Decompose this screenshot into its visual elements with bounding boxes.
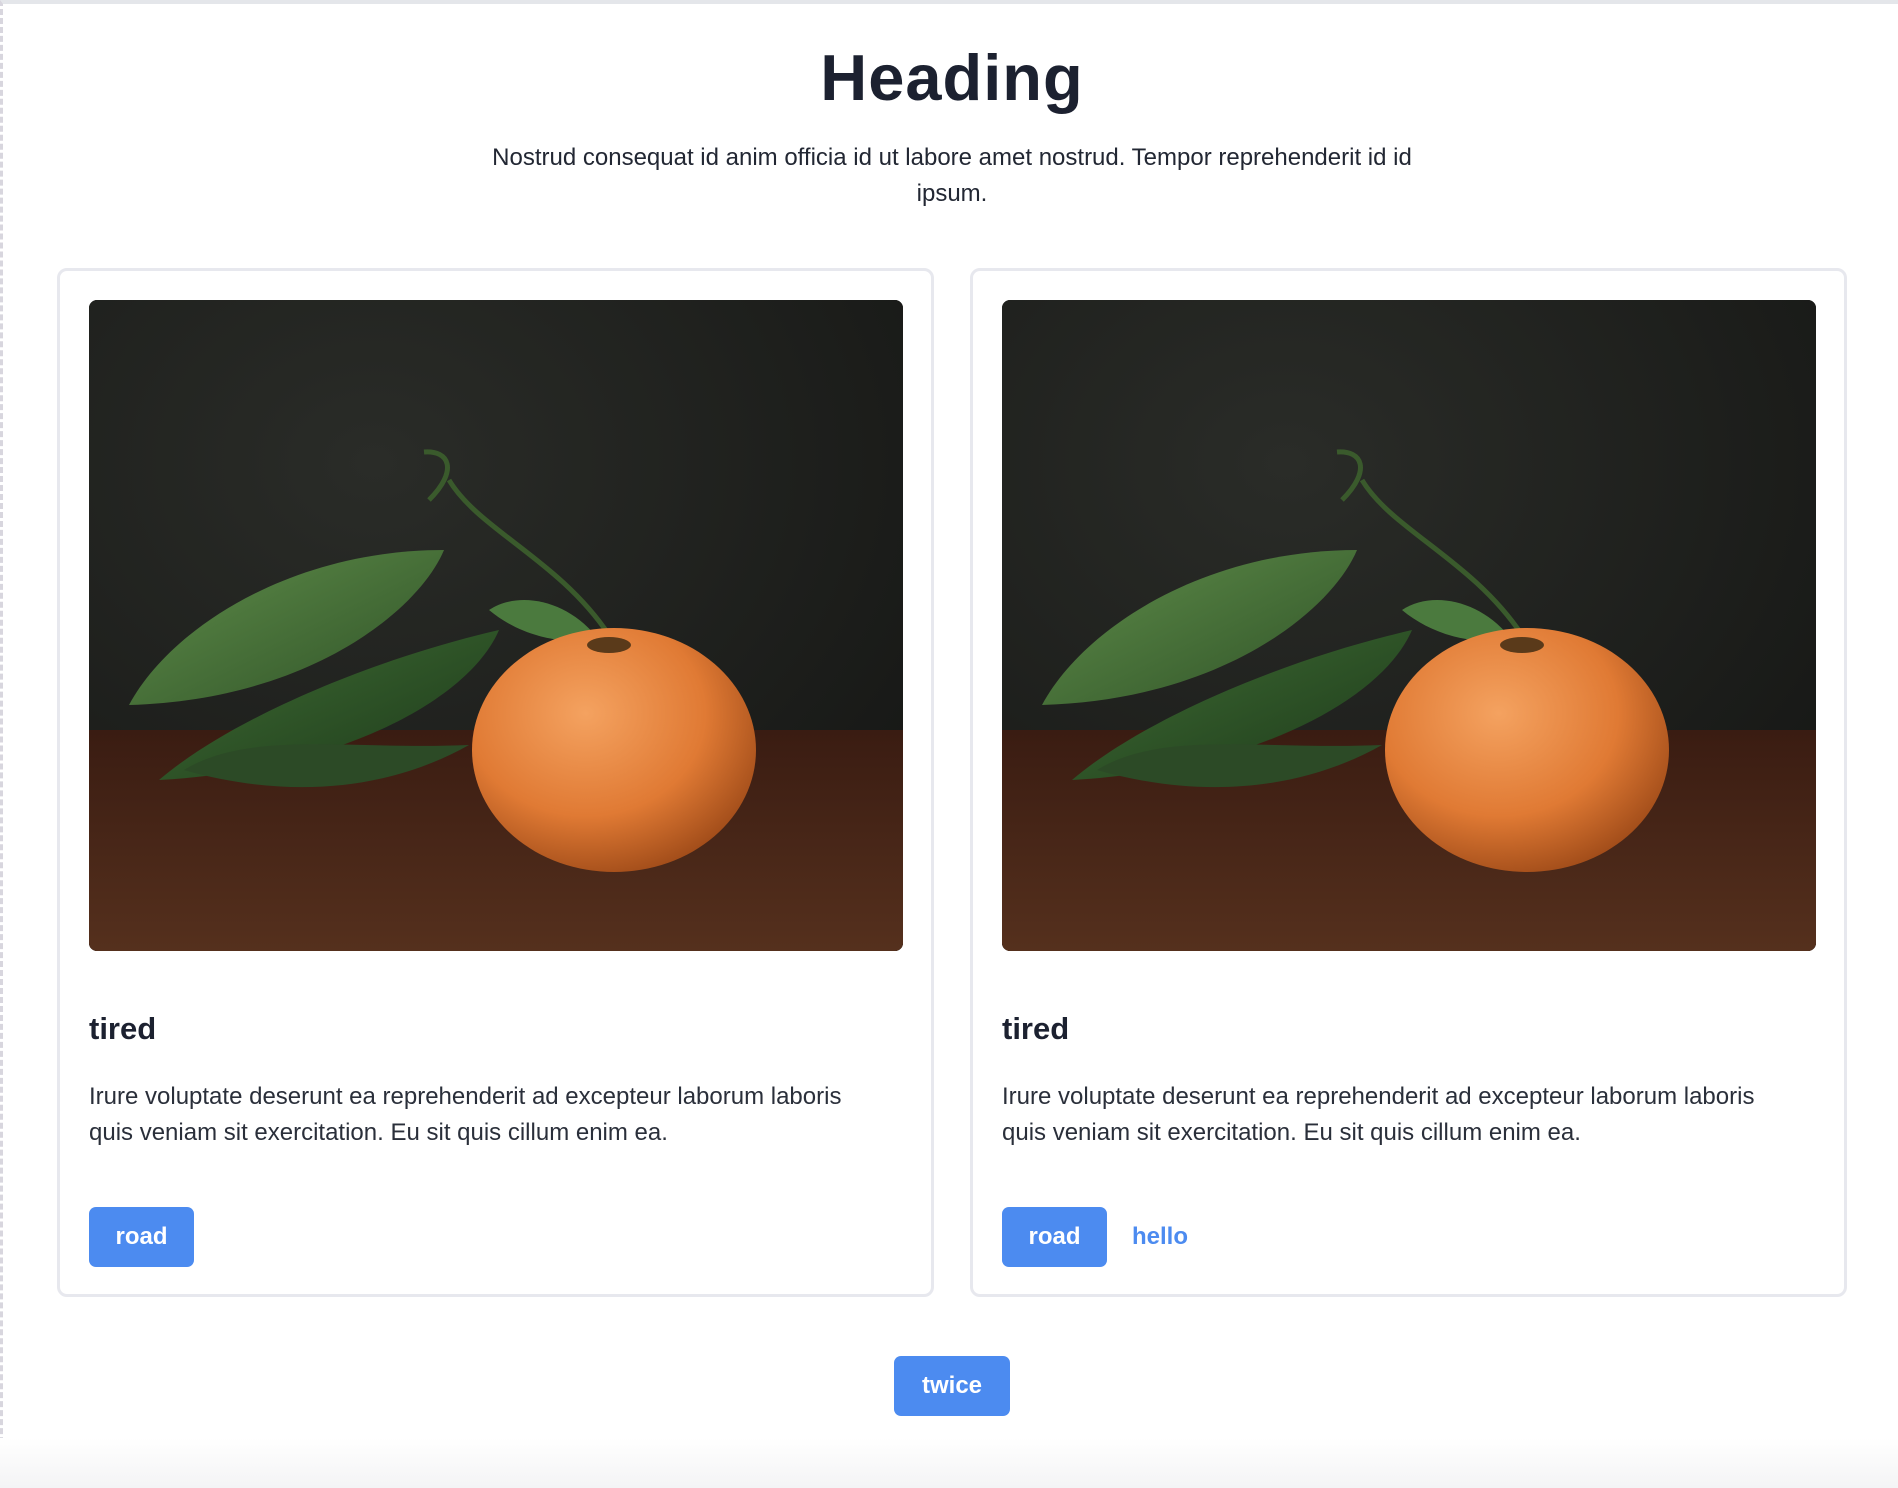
page-title: Heading — [820, 41, 1084, 114]
orange-photo — [89, 300, 903, 951]
hello-link-button[interactable]: hello — [1132, 1207, 1188, 1267]
twice-button[interactable]: twice — [894, 1356, 1010, 1416]
page-subtitle: Nostrud consequat id anim officia id ut … — [492, 144, 1412, 207]
card-2: tired Irure voluptate deserunt ea repreh… — [970, 268, 1847, 1297]
orange-photo — [1002, 300, 1816, 951]
bottom-shade — [0, 1438, 1898, 1488]
card-title: tired — [89, 1011, 157, 1046]
card-1: tired Irure voluptate deserunt ea repreh… — [57, 268, 934, 1297]
card-description: Irure voluptate deserunt ea reprehenderi… — [1002, 1083, 1755, 1146]
card-description: Irure voluptate deserunt ea reprehenderi… — [89, 1083, 842, 1146]
road-button[interactable]: road — [89, 1207, 194, 1267]
road-button[interactable]: road — [1002, 1207, 1107, 1267]
card-title: tired — [1002, 1011, 1070, 1046]
